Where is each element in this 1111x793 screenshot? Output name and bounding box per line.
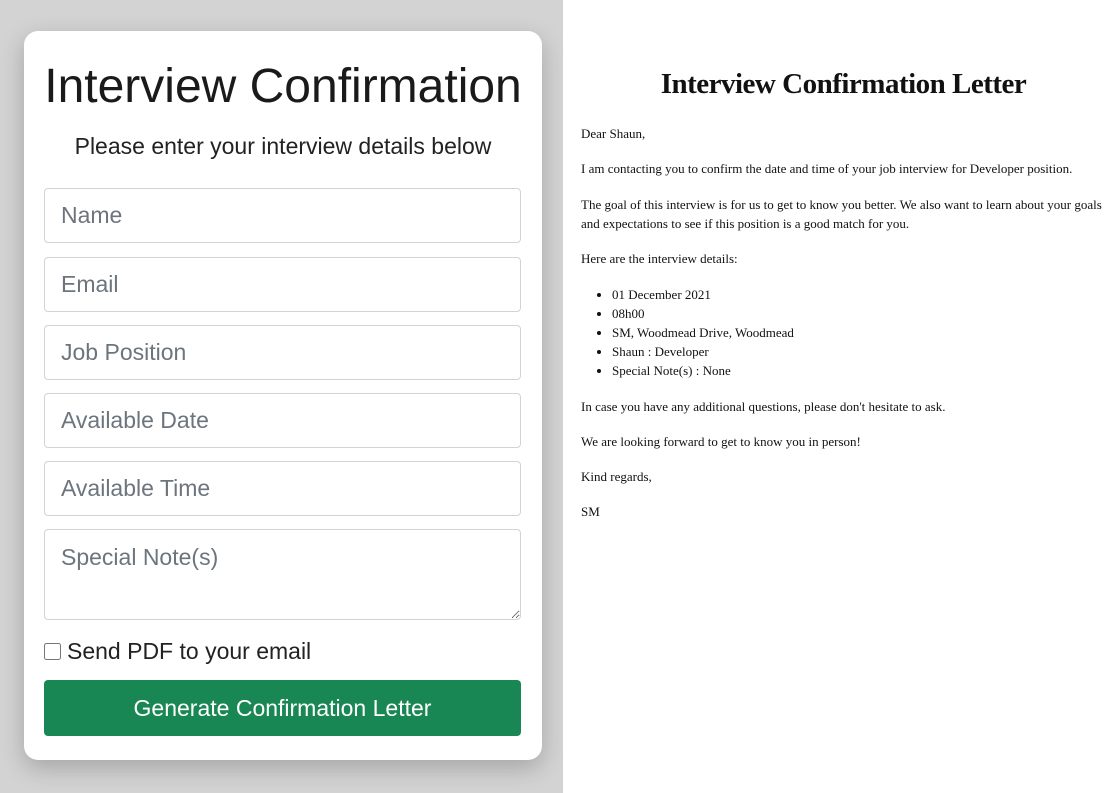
- letter-signature: SM: [581, 504, 600, 519]
- letter-paragraph: I am contacting you to confirm the date …: [581, 161, 1073, 176]
- letter-preview: Interview Confirmation Letter Dear Shaun…: [581, 0, 1106, 793]
- send-pdf-checkbox[interactable]: [44, 642, 61, 660]
- name-input[interactable]: [44, 188, 521, 243]
- letter-greeting: Dear Shaun,: [581, 126, 646, 141]
- form-panel: Interview Confirmation Please enter your…: [0, 0, 563, 793]
- letter-closing: Kind regards,: [581, 469, 652, 484]
- email-input[interactable]: [44, 257, 521, 312]
- send-pdf-label[interactable]: Send PDF to your email: [67, 638, 311, 665]
- generate-letter-button[interactable]: Generate Confirmation Letter: [44, 680, 521, 736]
- detail-item: Special Note(s) : None: [612, 361, 794, 380]
- send-pdf-row: Send PDF to your email: [44, 636, 311, 666]
- detail-item: SM, Woodmead Drive, Woodmead: [612, 323, 794, 342]
- letter-paragraph: The goal of this interview is for us to …: [581, 197, 1102, 231]
- special-notes-textarea[interactable]: [44, 529, 521, 620]
- detail-item: 01 December 2021: [612, 285, 794, 304]
- letter-details-intro: Here are the interview details:: [581, 251, 738, 266]
- letter-paragraph: We are looking forward to get to know yo…: [581, 434, 861, 449]
- detail-item: Shaun : Developer: [612, 342, 794, 361]
- letter-paragraph: In case you have any additional question…: [581, 399, 946, 414]
- available-time-input[interactable]: [44, 461, 521, 516]
- form-title: Interview Confirmation: [44, 60, 522, 113]
- detail-item: 08h00: [612, 304, 794, 323]
- available-date-input[interactable]: [44, 393, 521, 448]
- interview-details-list: 01 December 2021 08h00 SM, Woodmead Driv…: [612, 285, 794, 380]
- job-position-input[interactable]: [44, 325, 521, 380]
- form-card: Interview Confirmation Please enter your…: [24, 31, 542, 760]
- letter-title: Interview Confirmation Letter: [660, 68, 1027, 100]
- form-subtitle: Please enter your interview details belo…: [74, 133, 492, 159]
